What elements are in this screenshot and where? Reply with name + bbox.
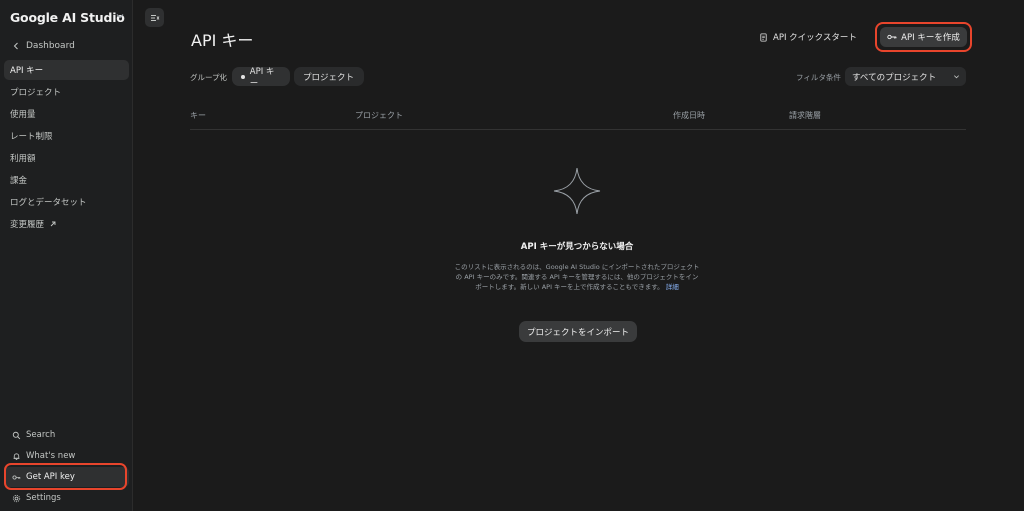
sidebar-item-label: 変更履歴 <box>10 220 45 230</box>
sidebar-item-label: ログとデータセット <box>10 198 87 208</box>
sidebar-collapse-icon <box>150 14 159 21</box>
quickstart-label: API クイックスタート <box>773 33 857 43</box>
whats-new-button[interactable]: What's new <box>4 446 129 466</box>
empty-state-title: API キーが見つからない場合 <box>520 242 634 252</box>
column-header-project[interactable]: プロジェクト <box>355 110 403 121</box>
sidebar-item-rate-limits[interactable]: レート制限 <box>4 126 129 146</box>
create-api-key-button[interactable]: API キーを作成 <box>880 27 967 47</box>
sparkle-icon <box>553 167 601 215</box>
column-header-key[interactable]: キー <box>190 110 206 121</box>
empty-state-text: このリストに表示されるのは、Google AI Studio にインポートされた… <box>454 263 700 291</box>
whats-new-label: What's new <box>26 451 76 461</box>
chevron-left-icon <box>13 42 18 50</box>
document-icon <box>760 32 767 42</box>
app-window: Google AI Studio Dashboard API キー プロジェクト… <box>0 0 1024 511</box>
sidebar-item-api-keys[interactable]: API キー <box>4 60 129 80</box>
empty-state: API キーが見つからない場合 このリストに表示されるのは、Google AI … <box>447 165 707 292</box>
search-icon <box>12 431 21 439</box>
import-project-button[interactable]: プロジェクトをインポート <box>519 321 637 342</box>
chip-label: プロジェクト <box>303 72 355 83</box>
page-title: API キー <box>191 31 254 50</box>
group-by-api-key-chip[interactable]: API キー <box>232 66 290 89</box>
sidebar-bottom-nav: Search What's new Get API key Settings <box>4 425 129 509</box>
sidebar-item-spend[interactable]: 利用額 <box>4 148 129 168</box>
project-filter-select[interactable]: すべてのプロジェクト <box>845 67 966 86</box>
sidebar-item-label: レート制限 <box>10 132 53 142</box>
brand-logo[interactable]: Google AI Studio <box>10 10 125 25</box>
sidebar-item-usage[interactable]: 使用量 <box>4 104 129 124</box>
column-header-billing-tier[interactable]: 請求階層 <box>789 110 821 121</box>
chevron-down-icon[interactable] <box>115 11 125 21</box>
back-label: Dashboard <box>26 41 75 51</box>
learn-more-link[interactable]: 詳細 <box>666 283 679 291</box>
chip-label: API キー <box>249 66 275 89</box>
filter-value: すべてのプロジェクト <box>852 72 937 83</box>
search-label: Search <box>26 430 56 440</box>
gear-icon <box>12 494 21 502</box>
empty-state-description: このリストに表示されるのは、Google AI Studio にインポートされた… <box>447 262 707 292</box>
group-by-label: グループ化 <box>190 73 228 82</box>
bell-icon <box>13 452 20 460</box>
get-api-key-button[interactable]: Get API key <box>4 467 129 487</box>
key-icon <box>887 34 897 40</box>
key-icon <box>12 474 21 480</box>
sidebar-nav: API キー プロジェクト 使用量 レート制限 利用額 課金 ログとデータセット… <box>4 60 129 236</box>
create-api-key-label: API キーを作成 <box>901 33 960 43</box>
settings-label: Settings <box>26 493 61 503</box>
selected-dot-icon <box>241 74 245 79</box>
group-by-project-chip[interactable]: プロジェクト <box>294 67 364 86</box>
sidebar-item-label: プロジェクト <box>10 88 62 98</box>
sidebar-item-label: API キー <box>10 66 44 76</box>
filter-label: フィルタ条件 <box>796 73 841 82</box>
sidebar-item-label: 課金 <box>10 176 28 186</box>
collapse-sidebar-button[interactable] <box>145 8 164 27</box>
external-link-icon <box>50 221 56 227</box>
api-keys-table-header: キー プロジェクト 作成日時 請求階層 <box>190 104 966 130</box>
sidebar-item-label: 利用額 <box>10 154 36 164</box>
sidebar-item-changelog[interactable]: 変更履歴 <box>4 214 129 234</box>
chevron-down-icon <box>954 75 959 79</box>
column-header-created[interactable]: 作成日時 <box>673 110 705 121</box>
main-content: API キー API クイックスタート API キーを作成 グループ化 API … <box>133 0 1024 511</box>
sidebar-item-billing[interactable]: 課金 <box>4 170 129 190</box>
settings-button[interactable]: Settings <box>4 488 129 508</box>
sidebar-item-logs-datasets[interactable]: ログとデータセット <box>4 192 129 212</box>
back-to-dashboard[interactable]: Dashboard <box>12 41 75 51</box>
get-api-key-label: Get API key <box>26 472 75 482</box>
search-button[interactable]: Search <box>4 425 129 445</box>
sidebar: Google AI Studio Dashboard API キー プロジェクト… <box>0 0 133 511</box>
api-quickstart-link[interactable]: API クイックスタート <box>759 31 857 43</box>
sidebar-item-projects[interactable]: プロジェクト <box>4 82 129 102</box>
sidebar-item-label: 使用量 <box>10 110 36 120</box>
